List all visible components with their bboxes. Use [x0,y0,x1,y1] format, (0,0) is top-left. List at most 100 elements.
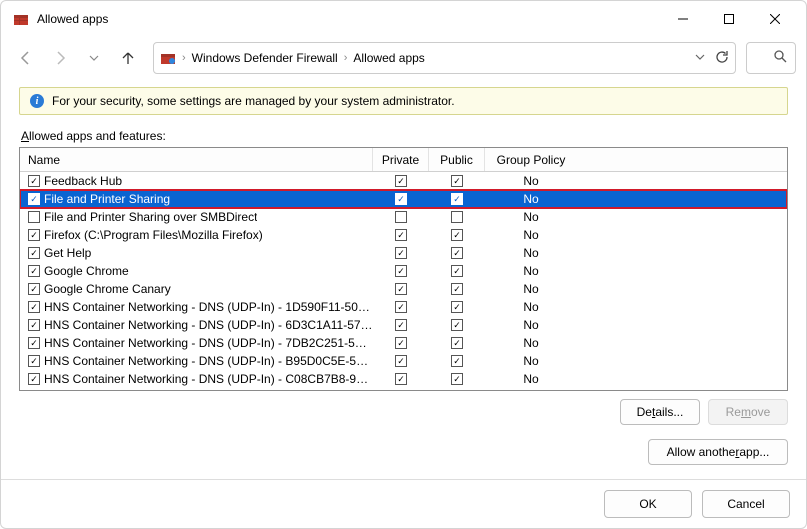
app-name: Google Chrome Canary [44,282,171,296]
cancel-button[interactable]: Cancel [702,490,790,518]
checkbox-icon[interactable]: ✓ [28,373,40,385]
checkbox-icon[interactable]: ✓ [451,301,463,313]
checkbox-icon[interactable]: ✓ [28,247,40,259]
app-name: File and Printer Sharing [44,192,170,206]
checkbox-icon[interactable]: ✓ [451,265,463,277]
table-row[interactable]: ✓Firefox (C:\Program Files\Mozilla Firef… [20,226,787,244]
checkbox-icon[interactable]: ✓ [395,301,407,313]
list-rows[interactable]: ✓Feedback Hub✓✓No✓File and Printer Shari… [20,172,787,390]
details-button[interactable]: Details... [620,399,700,425]
table-row[interactable]: ✓ HNS Container Networking - DNS (UDP-In)… [20,370,787,388]
up-button[interactable] [113,43,143,73]
checkbox-icon[interactable]: ✓ [451,319,463,331]
checkbox-icon[interactable]: ✓ [395,193,407,205]
search-icon [773,49,787,68]
content-body: i For your security, some settings are m… [1,79,806,479]
firewall-icon [160,50,176,66]
list-label: Allowed apps and features: [21,129,786,143]
back-button[interactable] [11,43,41,73]
checkbox-icon[interactable]: ✓ [395,283,407,295]
breadcrumb[interactable]: › Windows Defender Firewall › Allowed ap… [153,42,736,74]
checkbox-icon[interactable]: ✓ [28,301,40,313]
forward-button[interactable] [45,43,75,73]
info-icon: i [30,94,44,108]
checkbox-icon[interactable]: ✓ [451,193,463,205]
allowed-apps-window: Allowed apps › Windows Defender Firewall… [0,0,807,529]
close-button[interactable] [752,4,798,34]
checkbox-icon[interactable]: ✓ [28,283,40,295]
minimize-button[interactable] [660,4,706,34]
breadcrumb-segment[interactable]: Allowed apps [353,51,424,65]
dialog-buttons: OK Cancel [1,479,806,528]
checkbox-icon[interactable]: ✓ [451,283,463,295]
checkbox-icon[interactable]: ✓ [395,319,407,331]
checkbox-icon[interactable]: ✓ [395,355,407,367]
checkbox-icon[interactable]: ✓ [395,373,407,385]
checkbox-icon[interactable]: ✓ [28,193,40,205]
refresh-icon[interactable] [715,50,729,67]
app-name: File and Printer Sharing over SMBDirect [44,210,257,224]
search-input[interactable] [746,42,796,74]
checkbox-icon[interactable]: ✓ [451,337,463,349]
allow-another-app-button[interactable]: Allow another app... [648,439,788,465]
table-row[interactable]: ✓Google Chrome✓✓No [20,262,787,280]
group-policy-value: No [523,246,538,260]
checkbox-icon[interactable]: ✓ [28,337,40,349]
table-row[interactable]: ✓ File and Printer Sharing ✓ ✓ No [20,190,787,208]
checkbox-icon[interactable]: ✓ [395,265,407,277]
list-header: Name Private Public Group Policy [20,148,787,172]
checkbox-icon[interactable] [451,211,463,223]
group-policy-value: No [523,282,538,296]
table-row[interactable]: ✓Feedback Hub✓✓No [20,172,787,190]
header-group-policy[interactable]: Group Policy [485,148,577,171]
info-text: For your security, some settings are man… [52,94,455,108]
checkbox-icon[interactable]: ✓ [28,265,40,277]
table-row[interactable]: ✓ HNS Container Networking - DNS (UDP-In)… [20,334,787,352]
header-name[interactable]: Name [20,148,373,171]
checkbox-icon[interactable]: ✓ [451,247,463,259]
checkbox-icon[interactable] [28,211,40,223]
checkbox-icon[interactable]: ✓ [451,355,463,367]
group-policy-value: No [523,192,538,206]
checkbox-icon[interactable]: ✓ [451,373,463,385]
checkbox-icon[interactable]: ✓ [451,175,463,187]
list-buttons: Details... Remove [19,399,788,425]
chevron-right-icon[interactable]: › [344,52,348,64]
table-row[interactable]: ✓HNS Container Networking - DNS (UDP-In)… [20,298,787,316]
checkbox-icon[interactable]: ✓ [28,355,40,367]
group-policy-value: No [523,300,538,314]
app-name: HNS Container Networking - DNS (UDP-In) … [44,336,373,350]
chevron-down-icon[interactable] [695,51,705,65]
app-name: HNS Container Networking - DNS (UDP-In) … [44,372,373,386]
checkbox-icon[interactable]: ✓ [395,247,407,259]
group-policy-value: No [523,372,538,386]
checkbox-icon[interactable]: ✓ [395,337,407,349]
group-policy-value: No [523,228,538,242]
table-row[interactable]: ✓HNS Container Networking - DNS (UDP-In)… [20,352,787,370]
breadcrumb-segment[interactable]: Windows Defender Firewall [192,51,338,65]
navbar: › Windows Defender Firewall › Allowed ap… [1,37,806,79]
checkbox-icon[interactable]: ✓ [395,229,407,241]
checkbox-icon[interactable]: ✓ [451,229,463,241]
recent-button[interactable] [79,43,109,73]
ok-button[interactable]: OK [604,490,692,518]
table-row[interactable]: ✓ Google Chrome Canary ✓ ✓ No [20,280,787,298]
group-policy-value: No [523,174,538,188]
app-name: Get Help [44,246,91,260]
checkbox-icon[interactable]: ✓ [28,229,40,241]
checkbox-icon[interactable] [395,211,407,223]
checkbox-icon[interactable]: ✓ [28,319,40,331]
table-row[interactable]: ✓HNS Container Networking - DNS (UDP-In)… [20,316,787,334]
checkbox-icon[interactable]: ✓ [28,175,40,187]
group-policy-value: No [523,264,538,278]
table-row[interactable]: File and Printer Sharing over SMBDirectN… [20,208,787,226]
header-public[interactable]: Public [429,148,485,171]
checkbox-icon[interactable]: ✓ [395,175,407,187]
firewall-icon [13,11,29,27]
table-row[interactable]: ✓ Get Help ✓ ✓ No [20,244,787,262]
group-policy-value: No [523,318,538,332]
chevron-right-icon[interactable]: › [182,52,186,64]
titlebar: Allowed apps [1,1,806,37]
maximize-button[interactable] [706,4,752,34]
header-private[interactable]: Private [373,148,429,171]
